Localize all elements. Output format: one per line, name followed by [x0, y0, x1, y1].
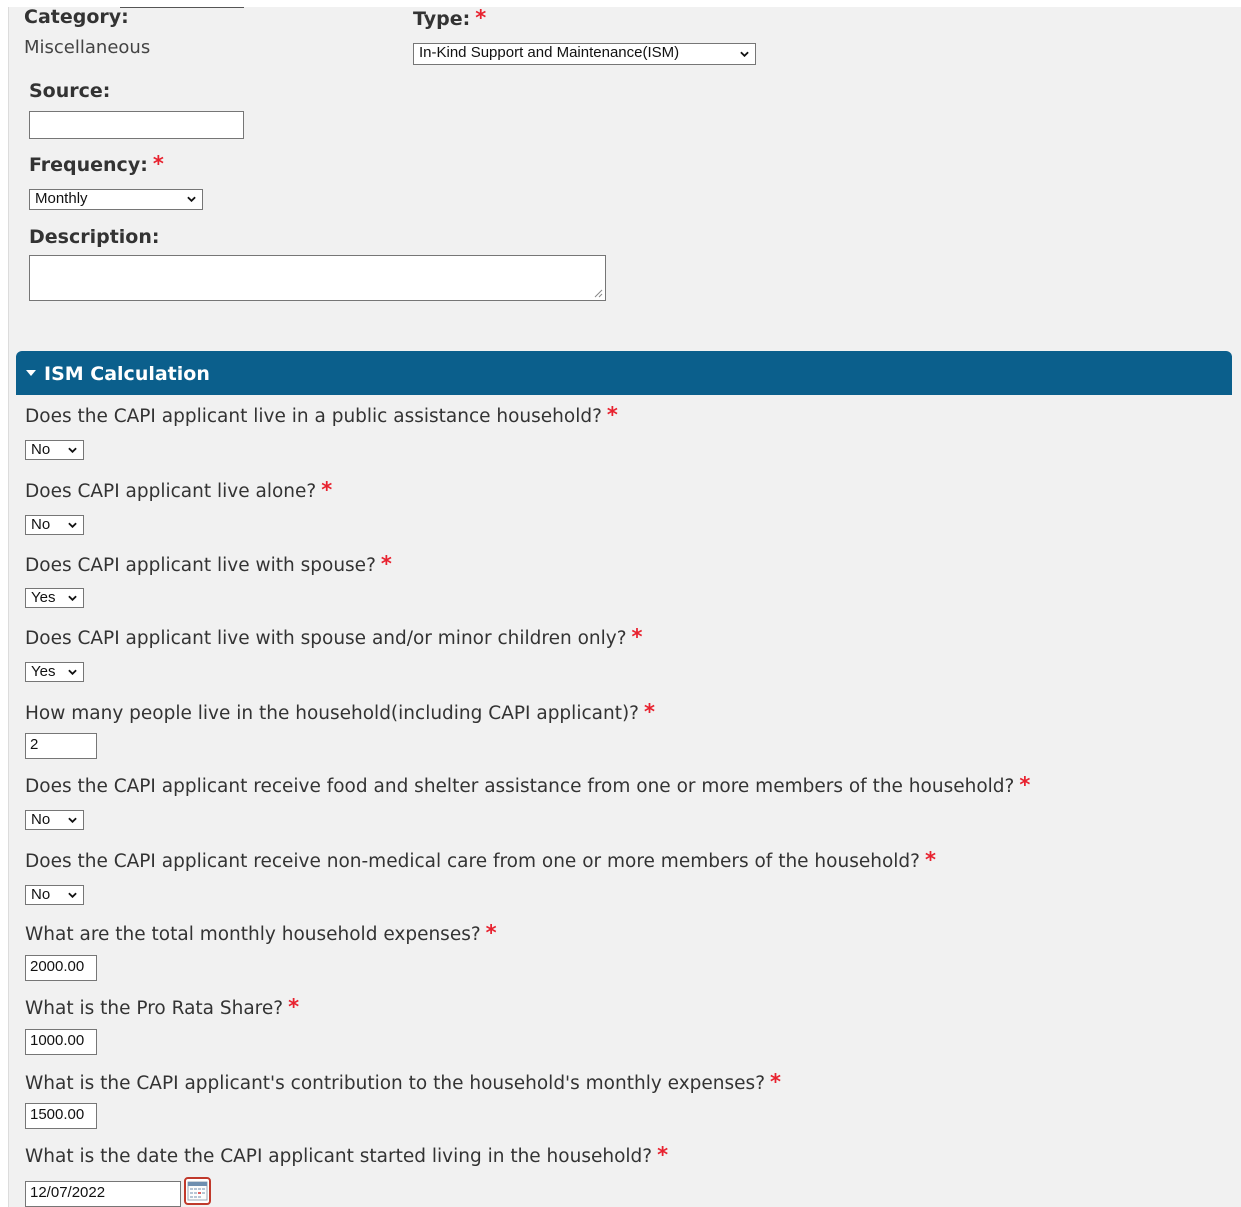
required-marker: * — [924, 848, 936, 872]
calendar-button[interactable] — [184, 1177, 211, 1205]
required-marker: * — [152, 152, 164, 176]
ism-answer-select[interactable]: Yes — [25, 662, 84, 682]
chevron-down-icon — [68, 522, 77, 528]
description-textarea[interactable] — [29, 255, 606, 301]
required-marker: * — [657, 1143, 669, 1167]
frequency-select[interactable]: Monthly — [29, 189, 203, 210]
description-label: Description: — [29, 226, 160, 248]
ism-question: Does CAPI applicant live with spouse? * — [25, 552, 392, 576]
caret-down-icon — [26, 369, 36, 376]
household-size-input[interactable]: 2 — [25, 733, 97, 759]
ism-section-title: ISM Calculation — [44, 363, 210, 385]
ism-question: What are the total monthly household exp… — [25, 921, 497, 945]
required-marker: * — [1019, 773, 1031, 797]
type-select[interactable]: In-Kind Support and Maintenance(ISM) — [413, 43, 756, 65]
start-date-input[interactable]: 12/07/2022 — [25, 1181, 181, 1207]
required-marker: * — [288, 995, 300, 1019]
required-marker: * — [606, 403, 618, 427]
select-value: No — [31, 811, 51, 828]
required-marker: * — [643, 700, 655, 724]
pro-rata-share-input[interactable]: 1000.00 — [25, 1029, 97, 1055]
ism-question: What is the Pro Rata Share? * — [25, 995, 300, 1019]
required-marker: * — [631, 625, 643, 649]
chevron-down-icon — [68, 447, 77, 453]
ism-answer-select[interactable]: No — [25, 810, 84, 830]
source-input[interactable] — [29, 111, 244, 139]
calendar-icon — [187, 1181, 208, 1201]
chevron-down-icon — [68, 669, 77, 675]
required-marker: * — [321, 478, 333, 502]
select-value: No — [31, 516, 51, 533]
ism-question: Does the CAPI applicant receive food and… — [25, 773, 1031, 797]
ism-answer-select[interactable]: No — [25, 515, 84, 535]
ism-question: Does the CAPI applicant receive non-medi… — [25, 848, 936, 872]
frequency-select-value: Monthly — [35, 190, 88, 207]
required-marker: * — [485, 921, 497, 945]
chevron-down-icon — [68, 892, 77, 898]
category-value: Miscellaneous — [24, 37, 151, 58]
ism-question: Does CAPI applicant live alone? * — [25, 478, 333, 502]
resize-grip-icon[interactable] — [593, 288, 603, 298]
required-marker: * — [380, 552, 392, 576]
ism-answer-select[interactable]: Yes — [25, 588, 84, 608]
chevron-down-icon — [68, 595, 77, 601]
source-label: Source: — [29, 80, 111, 102]
required-marker: * — [770, 1070, 781, 1094]
select-value: Yes — [31, 663, 56, 680]
ism-question: Does CAPI applicant live with spouse and… — [25, 625, 643, 649]
chevron-down-icon — [187, 196, 196, 202]
chevron-down-icon — [68, 817, 77, 823]
contribution-input[interactable]: 1500.00 — [25, 1103, 97, 1129]
total-expenses-input[interactable]: 2000.00 — [25, 955, 97, 981]
chevron-down-icon — [740, 51, 749, 57]
ism-answer-select[interactable]: No — [25, 440, 84, 460]
category-label: Category: — [24, 6, 129, 28]
type-label: Type: * — [413, 6, 487, 30]
ism-question: Does the CAPI applicant live in a public… — [25, 403, 618, 427]
frequency-label: Frequency: * — [29, 152, 164, 176]
select-value: No — [31, 886, 51, 903]
divider — [120, 7, 244, 8]
form-panel — [8, 7, 1241, 1207]
ism-section-header[interactable]: ISM Calculation — [16, 351, 1232, 395]
type-select-value: In-Kind Support and Maintenance(ISM) — [419, 44, 680, 61]
ism-answer-select[interactable]: No — [25, 885, 84, 905]
select-value: No — [31, 441, 51, 458]
ism-question: What is the date the CAPI applicant star… — [25, 1143, 669, 1167]
ism-question: What is the CAPI applicant's contributio… — [25, 1070, 781, 1094]
required-marker: * — [475, 6, 487, 30]
select-value: Yes — [31, 589, 56, 606]
ism-question: How many people live in the household(in… — [25, 700, 655, 724]
